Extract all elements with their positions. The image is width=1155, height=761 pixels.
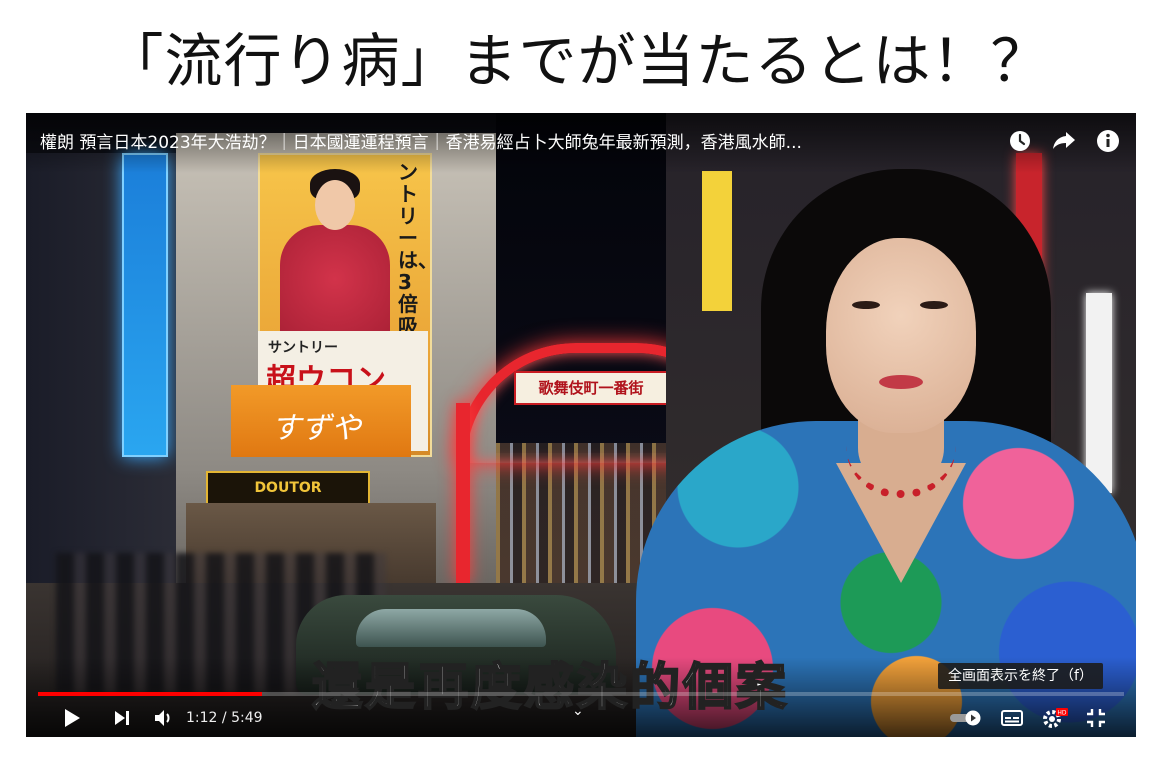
share-icon[interactable] xyxy=(1050,127,1078,155)
presenter-face xyxy=(826,238,976,433)
play-icon[interactable] xyxy=(58,703,86,733)
yellow-vertical-sign xyxy=(702,171,732,311)
video-frame: ントリーは、3倍吸収。 サントリー 超ウコン すずや DOUTOR 歌舞伎町一番… xyxy=(26,113,1136,737)
progress-played xyxy=(38,692,262,696)
subtitles-icon[interactable] xyxy=(998,703,1026,733)
karaoke-neon-sign xyxy=(122,153,168,457)
suzuya-sign: すずや xyxy=(231,385,411,457)
chevron-down-icon[interactable]: ⌄ xyxy=(572,703,584,719)
billboard-face xyxy=(315,180,355,230)
time-total: 5:49 xyxy=(231,710,263,726)
presenter-eye-right xyxy=(920,301,948,309)
taxi-window xyxy=(356,609,546,647)
time-current: 1:12 xyxy=(186,710,218,726)
control-bar: 1:12 / 5:49 ⌄ HD xyxy=(26,703,1136,733)
arch-post xyxy=(456,403,470,583)
suzuya-sign-text: すずや xyxy=(271,411,361,446)
ukon-ad-brand: サントリー xyxy=(268,340,338,356)
volume-icon[interactable] xyxy=(150,703,178,733)
arch-sign: 歌舞伎町一番街 xyxy=(514,371,668,405)
info-icon[interactable] xyxy=(1094,127,1122,155)
autoplay-toggle-icon[interactable] xyxy=(948,703,984,733)
top-icon-bar xyxy=(1006,127,1122,155)
billboard-vertical-text: ントリーは、3倍吸収。 xyxy=(398,161,438,359)
svg-text:HD: HD xyxy=(1057,710,1067,717)
time-separator: / xyxy=(217,710,232,726)
presenter-eye-left xyxy=(852,301,880,309)
progress-bar[interactable] xyxy=(38,692,1124,696)
exit-fullscreen-icon[interactable] xyxy=(1082,703,1110,733)
video-player[interactable]: ントリーは、3倍吸収。 サントリー 超ウコン すずや DOUTOR 歌舞伎町一番… xyxy=(26,113,1136,737)
exit-fullscreen-tooltip: 全画面表示を終了（f） xyxy=(938,663,1103,689)
presenter-mouth xyxy=(879,375,923,389)
time-display: 1:12 / 5:49 xyxy=(186,710,263,726)
video-title[interactable]: 權朗 預言日本2023年大浩劫？｜日本國運運程預言｜香港易經占卜大師兔年最新預測… xyxy=(40,128,990,153)
settings-hd-icon[interactable]: HD xyxy=(1040,703,1070,733)
page-headline: 「流行り病」までが当たるとは！？ xyxy=(105,27,1050,95)
next-icon[interactable] xyxy=(108,703,136,733)
white-neon-column xyxy=(1086,293,1112,493)
watch-later-icon[interactable] xyxy=(1006,127,1034,155)
cafe-sign: DOUTOR xyxy=(206,471,370,505)
